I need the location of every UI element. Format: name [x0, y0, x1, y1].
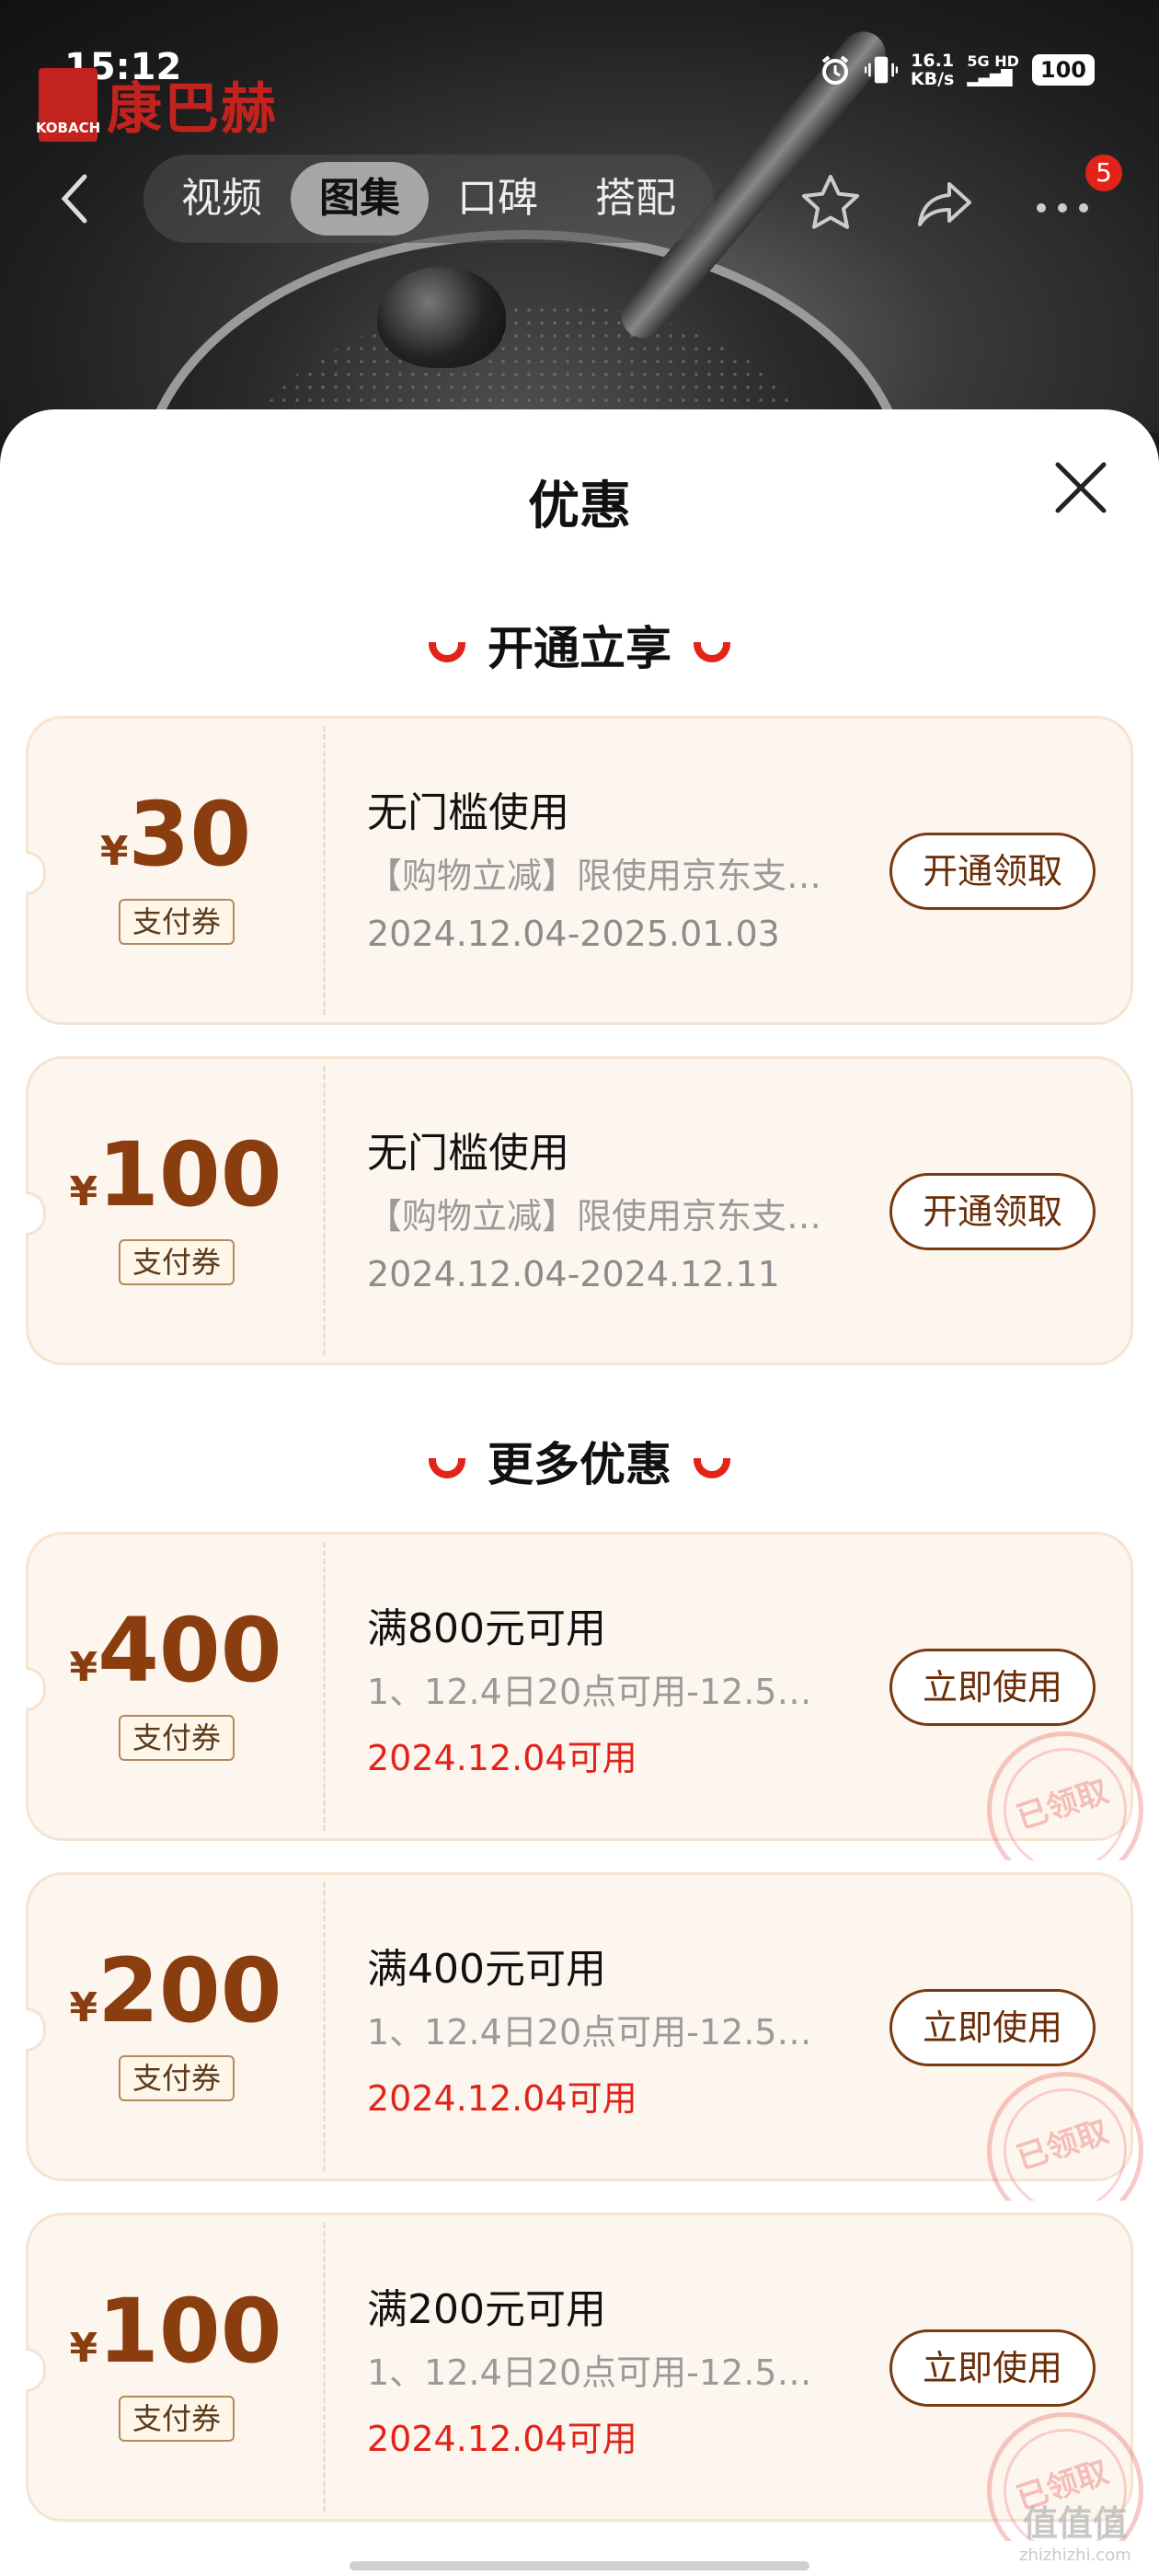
coupon-divider [323, 1882, 326, 2171]
coupon-divider [323, 1066, 326, 1355]
smile-decoration-icon [429, 641, 465, 662]
coupon-validity: 2024.12.04-2025.01.03 [367, 914, 780, 954]
coupon-currency: ¥ [69, 1644, 98, 1691]
smile-decoration-icon [694, 1457, 730, 1478]
coupon-type-tag: 支付券 [119, 899, 235, 945]
coupon-title: 无门槛使用 [367, 1130, 569, 1177]
coupon-amount-value: 200 [98, 1939, 282, 2042]
coupon-description: 1、12.4日20点可用-12.5… [367, 2012, 812, 2053]
coupon-description: 【购物立减】限使用京东支… [367, 856, 822, 896]
section-title-more: 更多优惠 [0, 1428, 1159, 1494]
watermark-subtext: zhizhizhi.com [1019, 2546, 1131, 2565]
brand-name: 康巴赫 [107, 77, 278, 142]
coupon-amount: ¥200 [29, 1939, 323, 2042]
smile-decoration-icon [429, 1457, 465, 1478]
site-watermark: 值值值 zhizhizhi.com [1019, 2495, 1131, 2565]
coupon-card: ¥30 支付券 无门槛使用 【购物立减】限使用京东支… 2024.12.04-2… [26, 716, 1133, 1025]
share-icon[interactable] [912, 171, 977, 236]
tab-gallery[interactable]: 图集 [291, 162, 429, 236]
coupon-validity: 2024.12.04可用 [367, 2078, 637, 2119]
vibrate-icon [864, 53, 898, 86]
notification-badge: 5 [1085, 155, 1122, 191]
status-icons: 16.1 KB/s 5G HD ▂▄▆█ 100 [819, 52, 1095, 88]
coupon-description: 【购物立减】限使用京东支… [367, 1196, 822, 1236]
battery-indicator: 100 [1031, 54, 1095, 86]
activate-claim-button[interactable]: 开通领取 [889, 1173, 1096, 1250]
coupon-currency: ¥ [69, 2325, 98, 2372]
watermark-text: 值值值 [1022, 2503, 1128, 2544]
coupon-type-tag: 支付券 [119, 1239, 235, 1285]
coupon-amount: ¥100 [29, 2280, 323, 2383]
section-title-more-label: 更多优惠 [488, 1438, 671, 1491]
brand-mark-icon: KOBACH [36, 67, 100, 142]
coupon-divider [323, 726, 326, 1015]
coupon-description: 1、12.4日20点可用-12.5… [367, 2352, 812, 2393]
signal-bars-icon: ▂▄▆█ [967, 69, 1013, 86]
claimed-stamp: 已领取 [987, 1731, 1143, 1860]
smile-decoration-icon [694, 641, 730, 662]
coupon-title: 无门槛使用 [367, 789, 569, 836]
favorite-star-icon[interactable] [798, 171, 863, 236]
coupon-card: ¥100 支付券 无门槛使用 【购物立减】限使用京东支… 2024.12.04-… [26, 1056, 1133, 1365]
sheet-title: 优惠 [528, 477, 631, 536]
coupon-amount-value: 100 [98, 1123, 282, 1226]
media-tabs: 视频 图集 口碑 搭配 [143, 155, 714, 243]
coupon-title: 满400元可用 [367, 1946, 606, 1993]
more-options-icon[interactable] [1030, 171, 1095, 236]
home-indicator[interactable] [350, 2561, 809, 2570]
coupon-amount: ¥30 [29, 783, 323, 886]
coupon-sheet: 优惠 开通立享 ¥30 支付券 无门槛使用 【购物立减】限使用京东支… 2024… [0, 409, 1159, 2576]
use-now-button[interactable]: 立即使用 [889, 1649, 1096, 1726]
coupon-divider [323, 2223, 326, 2512]
coupon-type-tag: 支付券 [119, 2055, 235, 2101]
signal-text: 5G HD [967, 52, 1019, 70]
network-speed-value: 16.1 [911, 51, 955, 71]
coupon-type-tag: 支付券 [119, 2396, 235, 2442]
coupon-currency: ¥ [99, 828, 129, 875]
alarm-icon [819, 53, 852, 86]
coupon-divider [323, 1542, 326, 1831]
activate-claim-button[interactable]: 开通领取 [889, 833, 1096, 910]
coupon-description: 1、12.4日20点可用-12.5… [367, 1672, 812, 1712]
claimed-stamp: 已领取 [987, 2072, 1143, 2201]
section-title-open-label: 开通立享 [488, 622, 671, 675]
coupon-amount-value: 30 [128, 783, 252, 886]
coupon-amount-value: 100 [98, 2280, 282, 2383]
coupon-type-tag: 支付券 [119, 1715, 235, 1761]
section-title-open: 开通立享 [0, 612, 1159, 678]
coupon-card: ¥400 支付券 满800元可用 1、12.4日20点可用-12.5… 2024… [26, 1532, 1143, 1860]
use-now-button[interactable]: 立即使用 [889, 1989, 1096, 2066]
coupon-validity: 2024.12.04-2024.12.11 [367, 1254, 780, 1294]
back-button[interactable] [55, 171, 101, 226]
coupon-validity: 2024.12.04可用 [367, 1738, 637, 1778]
coupon-card: ¥200 支付券 满400元可用 1、12.4日20点可用-12.5… 2024… [26, 1872, 1143, 2201]
coupon-title: 满800元可用 [367, 1605, 606, 1652]
coupon-currency: ¥ [69, 1168, 98, 1215]
tab-reviews[interactable]: 口碑 [429, 162, 567, 236]
signal-indicator: 5G HD ▂▄▆█ [967, 53, 1019, 86]
coupon-amount: ¥400 [29, 1599, 323, 1702]
tab-match[interactable]: 搭配 [567, 162, 705, 236]
coupon-title: 满200元可用 [367, 2286, 606, 2333]
coupon-card: ¥100 支付券 满200元可用 1、12.4日20点可用-12.5… 2024… [26, 2213, 1143, 2541]
coupon-amount-value: 400 [98, 1599, 282, 1702]
network-speed-unit: KB/s [910, 69, 955, 89]
coupon-validity: 2024.12.04可用 [367, 2419, 637, 2459]
network-speed: 16.1 KB/s [911, 52, 954, 88]
use-now-button[interactable]: 立即使用 [889, 2329, 1096, 2407]
brand-logo: KOBACH 康巴赫 [36, 64, 278, 144]
pan-knob-graphic [377, 267, 506, 368]
top-navigation: 视频 图集 口碑 搭配 5 [0, 155, 1159, 247]
coupon-amount: ¥100 [29, 1123, 323, 1226]
close-icon[interactable] [1049, 455, 1113, 520]
coupon-currency: ¥ [69, 1984, 98, 2031]
tab-video[interactable]: 视频 [153, 162, 291, 236]
